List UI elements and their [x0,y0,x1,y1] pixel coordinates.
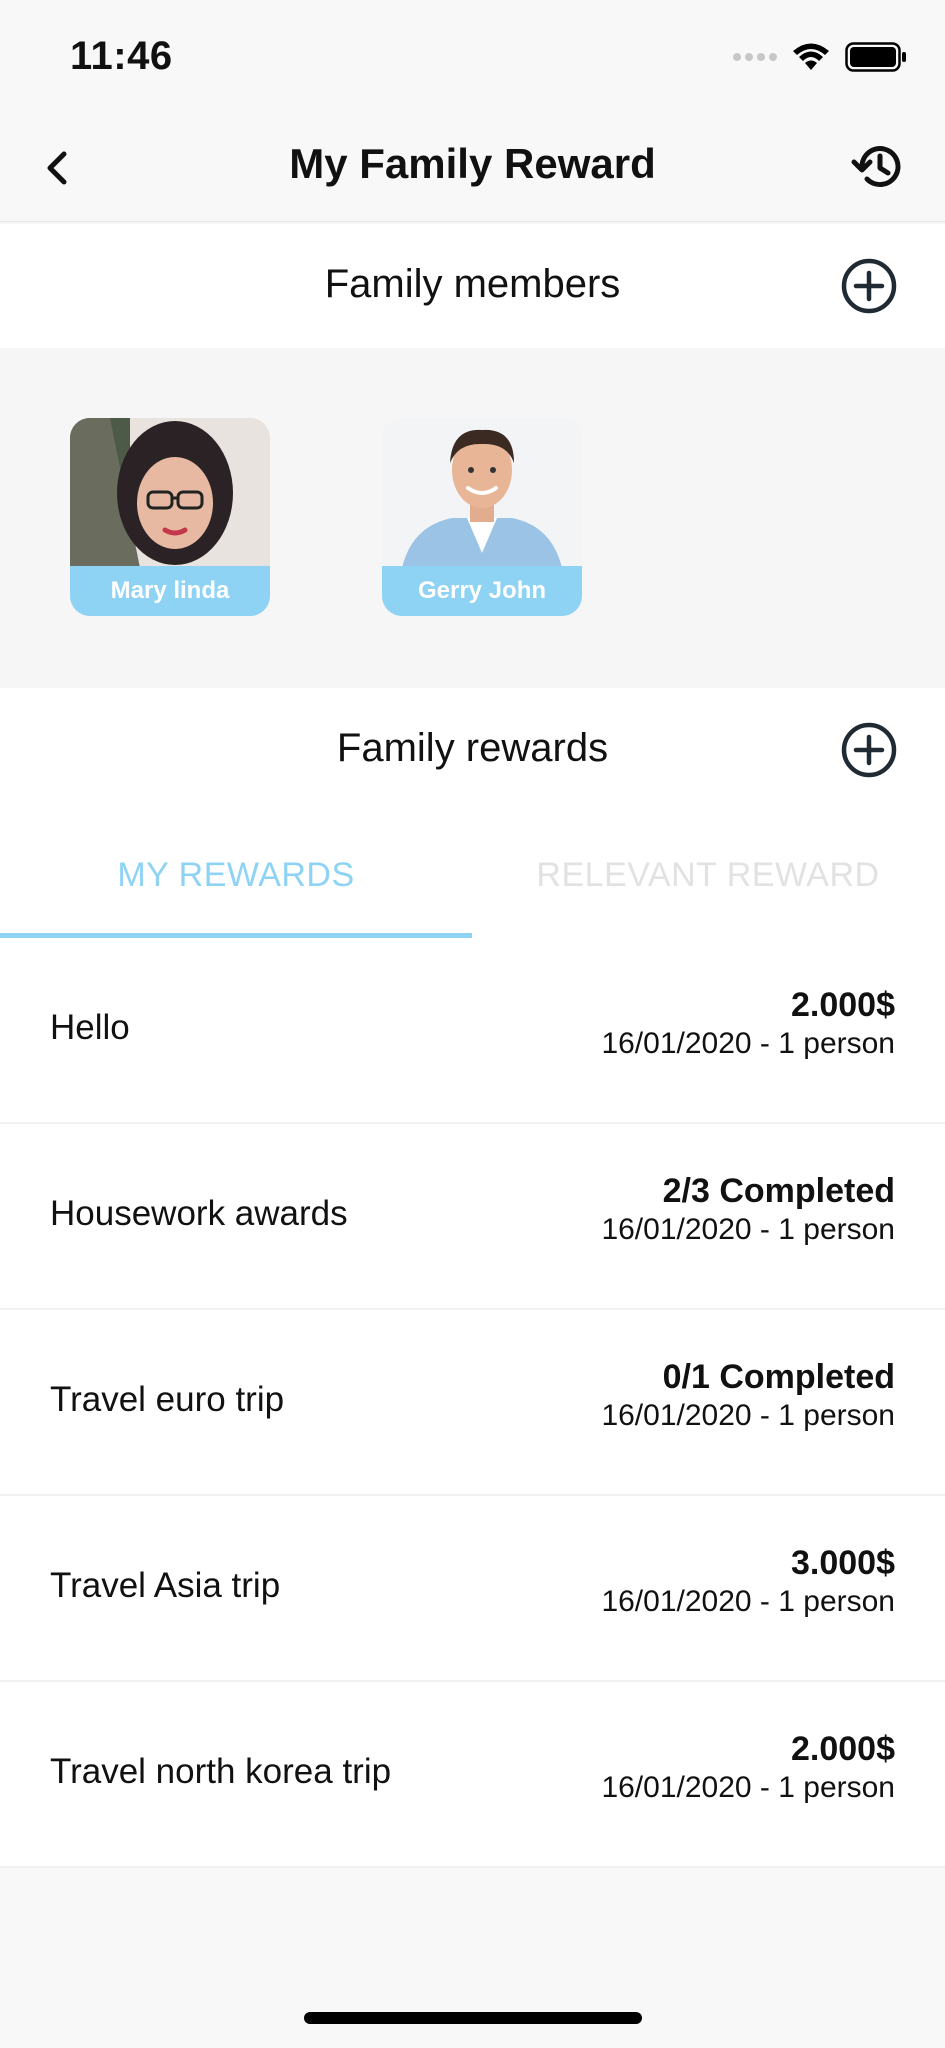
add-reward-icon[interactable] [841,722,897,778]
reward-info: 2.000$ 16/01/2020 - 1 person [601,1728,895,1806]
reward-name: Travel euro trip [50,1380,285,1419]
reward-list: Hello 2.000$ 16/01/2020 - 1 person House… [0,938,945,1868]
nav-bar: My Family Reward [0,110,945,222]
status-time: 11:46 [70,34,173,78]
signal-icon [733,53,777,61]
reward-info: 2.000$ 16/01/2020 - 1 person [601,984,895,1062]
reward-meta: 16/01/2020 - 1 person [601,1399,895,1432]
member-name: Mary linda [70,566,270,616]
reward-info: 3.000$ 16/01/2020 - 1 person [601,1542,895,1620]
member-card[interactable]: Gerry John [382,418,582,616]
reward-value: 2.000$ [791,1730,895,1768]
page-title: My Family Reward [289,140,656,187]
home-indicator[interactable] [304,2012,642,2024]
family-members-list: Mary linda Gerry John [0,348,945,688]
family-members-title: Family members [324,262,621,306]
reward-meta: 16/01/2020 - 1 person [601,1027,895,1060]
reward-name: Hello [50,1008,130,1047]
reward-row[interactable]: Housework awards 2/3 Completed 16/01/202… [0,1124,945,1310]
reward-info: 0/1 Completed 16/01/2020 - 1 person [601,1356,895,1434]
member-card[interactable]: Mary linda [70,418,270,616]
reward-info: 2/3 Completed 16/01/2020 - 1 person [601,1170,895,1248]
family-rewards-header: Family rewards [0,688,945,812]
reward-meta: 16/01/2020 - 1 person [601,1213,895,1246]
reward-value: 0/1 Completed [662,1358,895,1396]
reward-row[interactable]: Travel north korea trip 2.000$ 16/01/202… [0,1682,945,1868]
reward-value: 2.000$ [791,986,895,1024]
reward-row[interactable]: Travel euro trip 0/1 Completed 16/01/202… [0,1310,945,1496]
member-name: Gerry John [382,566,582,616]
battery-icon [845,42,906,72]
tab-my-rewards[interactable]: MY REWARDS [0,812,472,938]
history-icon[interactable] [849,138,907,196]
family-members-header: Family members [0,224,945,348]
reward-meta: 16/01/2020 - 1 person [601,1771,895,1804]
add-member-icon[interactable] [841,258,897,314]
reward-name: Travel Asia trip [50,1566,281,1605]
status-bar: 11:46 [0,0,945,110]
reward-value: 3.000$ [791,1544,895,1582]
reward-row[interactable]: Hello 2.000$ 16/01/2020 - 1 person [0,938,945,1124]
tab-relevant-reward[interactable]: RELEVANT REWARD [472,812,944,938]
reward-name: Housework awards [50,1194,348,1233]
reward-row[interactable]: Travel Asia trip 3.000$ 16/01/2020 - 1 p… [0,1496,945,1682]
status-icons [733,42,907,72]
reward-tabs: MY REWARDS RELEVANT REWARD [0,812,945,938]
member-avatar [70,418,270,568]
family-rewards-title: Family rewards [336,726,609,770]
reward-meta: 16/01/2020 - 1 person [601,1585,895,1618]
reward-name: Travel north korea trip [50,1752,392,1791]
member-avatar [382,418,582,568]
reward-value: 2/3 Completed [662,1172,895,1210]
wifi-icon [793,43,829,70]
